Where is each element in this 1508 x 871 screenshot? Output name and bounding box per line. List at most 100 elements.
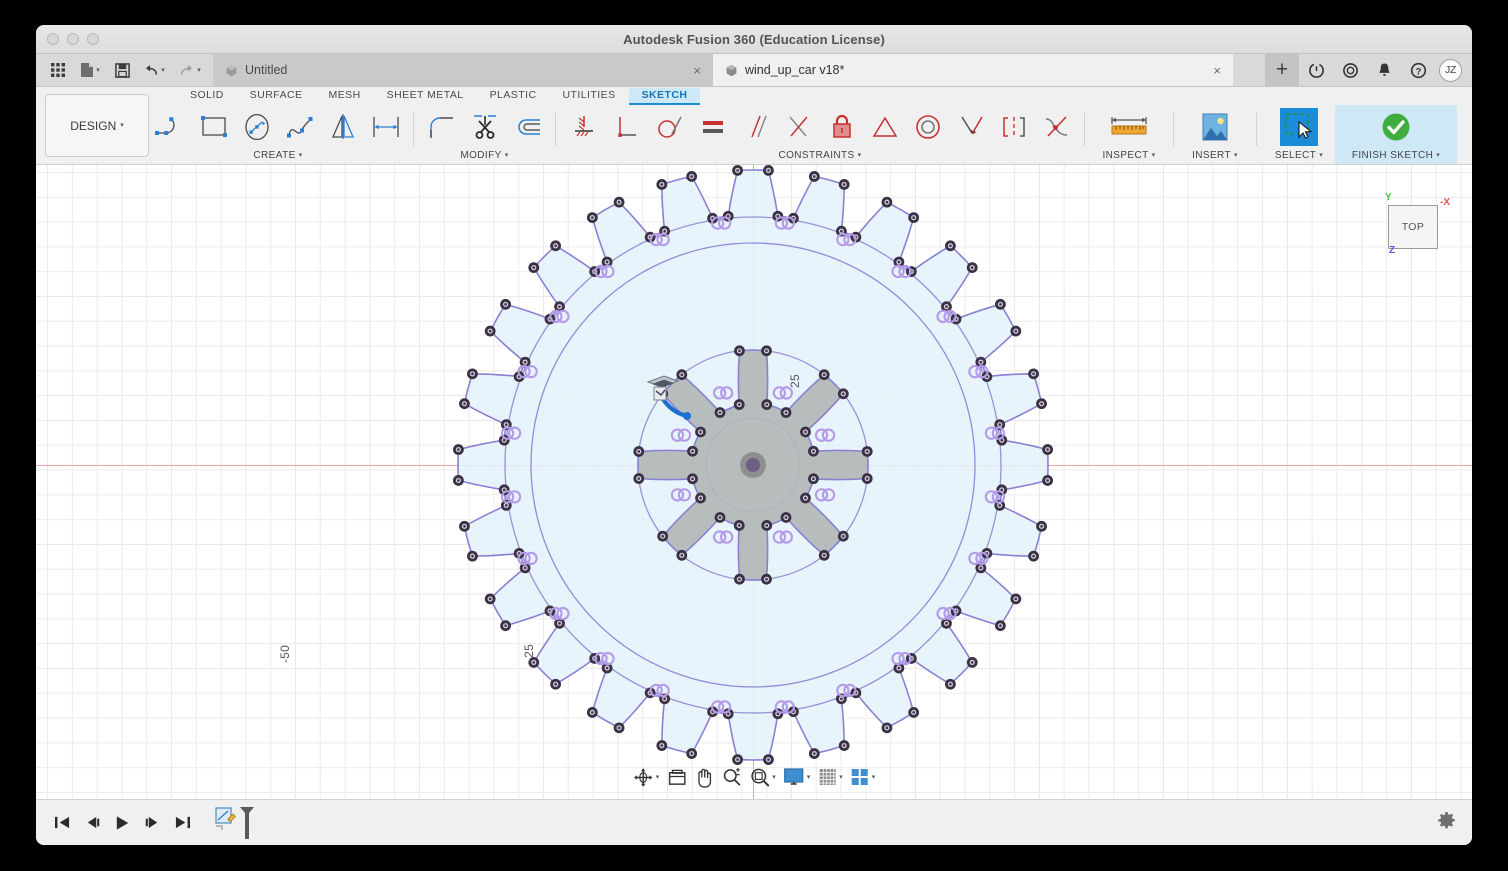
sketch-point[interactable]: [818, 549, 830, 561]
sketch-point[interactable]: [780, 512, 792, 523]
constraints-caret-icon[interactable]: ▾: [858, 152, 862, 159]
sketch-point[interactable]: [908, 212, 920, 223]
close-tab-icon[interactable]: ×: [675, 63, 701, 78]
save-icon[interactable]: [109, 57, 135, 83]
tab-utilities[interactable]: UTILITIES: [550, 88, 629, 105]
tab-plastic[interactable]: PLASTIC: [477, 88, 550, 105]
recent-icon[interactable]: [1333, 54, 1367, 87]
finish-sketch-caret-icon[interactable]: ▾: [1436, 152, 1440, 159]
notifications-bell-icon[interactable]: [1367, 54, 1401, 87]
tab-sheet-metal[interactable]: SHEET METAL: [374, 88, 477, 105]
step-back-icon[interactable]: [82, 813, 102, 833]
sketch-point[interactable]: [838, 740, 850, 751]
new-file-caret[interactable]: ▾: [96, 67, 100, 74]
view-cube[interactable]: TOP Y -X Z: [1364, 187, 1450, 267]
selected-arc-overlay[interactable]: [634, 360, 754, 440]
sketch-point[interactable]: [656, 179, 668, 190]
sketch-point[interactable]: [966, 262, 978, 274]
mirror-icon[interactable]: [321, 105, 364, 149]
sketch-point[interactable]: [484, 593, 496, 605]
horizontal-vertical-icon[interactable]: [562, 105, 605, 149]
sketch-point[interactable]: [966, 656, 978, 668]
sketch-point[interactable]: [808, 473, 819, 485]
curvature-icon[interactable]: [1035, 105, 1078, 149]
create-caret-icon[interactable]: ▾: [299, 152, 303, 159]
sketch-point[interactable]: [881, 196, 893, 208]
apps-grid-icon[interactable]: [45, 57, 71, 83]
sketch-point[interactable]: [818, 369, 830, 381]
sketch-point[interactable]: [613, 722, 625, 734]
rectangle-icon[interactable]: [192, 105, 235, 149]
perpendicular-icon[interactable]: [605, 105, 648, 149]
circle-icon[interactable]: [235, 105, 278, 149]
grid-snap-caret-icon[interactable]: ▾: [839, 774, 843, 781]
trim-scissors-icon[interactable]: [463, 105, 506, 149]
pan-hand-icon[interactable]: [691, 765, 717, 789]
sketch-point[interactable]: [837, 530, 849, 542]
redo-icon[interactable]: ▾: [173, 57, 207, 83]
sketch-feature-icon[interactable]: [214, 806, 238, 836]
sketch-point[interactable]: [995, 620, 1006, 632]
line-icon[interactable]: [149, 105, 192, 149]
fillet-icon[interactable]: [420, 105, 463, 149]
undo-icon[interactable]: ▾: [137, 57, 171, 83]
sketch-point[interactable]: [761, 399, 773, 410]
sketch-point[interactable]: [1036, 520, 1047, 532]
workspace-caret-icon[interactable]: ▾: [120, 122, 124, 129]
modify-caret-icon[interactable]: ▾: [505, 152, 509, 159]
sketch-point[interactable]: [453, 475, 464, 486]
sketch-point[interactable]: [1028, 550, 1039, 562]
symmetry-icon[interactable]: [992, 105, 1035, 149]
sketch-point[interactable]: [763, 165, 774, 176]
sketch-point[interactable]: [550, 678, 562, 690]
sketch-point[interactable]: [808, 748, 820, 759]
sketch-point[interactable]: [1010, 325, 1022, 337]
sketch-point[interactable]: [944, 240, 956, 252]
sketch-point[interactable]: [459, 398, 470, 410]
sketch-point[interactable]: [1028, 368, 1039, 380]
tab-solid[interactable]: SOLID: [177, 88, 237, 105]
sketch-point[interactable]: [633, 473, 645, 484]
collinear-icon[interactable]: [949, 105, 992, 149]
measure-ruler-icon[interactable]: [1108, 105, 1151, 149]
sketch-point[interactable]: [714, 512, 726, 523]
fix-lock-icon[interactable]: [820, 105, 863, 149]
spline-icon[interactable]: [278, 105, 321, 149]
sketch-point[interactable]: [1042, 444, 1053, 455]
step-forward-icon[interactable]: [142, 813, 162, 833]
equal-icon[interactable]: [691, 105, 734, 149]
sketch-point[interactable]: [1042, 475, 1053, 486]
document-tab-wind-up-car[interactable]: wind_up_car v18* ×: [713, 54, 1233, 86]
sketch-dimension-icon[interactable]: [364, 105, 407, 149]
sketch-point[interactable]: [467, 550, 478, 562]
sketch-point[interactable]: [734, 345, 745, 357]
tab-sketch[interactable]: SKETCH: [628, 88, 701, 105]
inspect-caret-icon[interactable]: ▾: [1152, 152, 1156, 159]
sketch-point[interactable]: [656, 740, 668, 751]
new-tab-button[interactable]: +: [1265, 53, 1299, 87]
sketch-point[interactable]: [484, 325, 496, 337]
sketch-point[interactable]: [734, 573, 745, 585]
sketch-point[interactable]: [1010, 593, 1022, 605]
zoom-window-icon[interactable]: ▾: [746, 765, 779, 789]
sketch-point[interactable]: [500, 298, 511, 310]
sketch-point[interactable]: [686, 171, 698, 182]
sketch-point[interactable]: [837, 388, 849, 400]
go-to-end-icon[interactable]: [172, 813, 192, 833]
undo-caret[interactable]: ▾: [161, 67, 165, 74]
sketch-point[interactable]: [800, 492, 811, 504]
sketch-point[interactable]: [586, 212, 598, 223]
gear-sketch[interactable]: [36, 165, 1472, 769]
sketch-point[interactable]: [613, 196, 625, 208]
finish-sketch-check-icon[interactable]: [1375, 105, 1418, 149]
zoom-icon[interactable]: [718, 765, 745, 789]
sketch-point[interactable]: [908, 707, 920, 718]
select-caret-icon[interactable]: ▾: [1319, 152, 1323, 159]
zoom-window-caret-icon[interactable]: ▾: [772, 774, 776, 781]
insert-caret-icon[interactable]: ▾: [1234, 152, 1238, 159]
sketch-point[interactable]: [761, 573, 772, 585]
help-icon[interactable]: ?: [1401, 54, 1435, 87]
grid-snap-icon[interactable]: ▾: [814, 765, 846, 789]
timeline-marker[interactable]: [238, 806, 256, 840]
viewports-caret-icon[interactable]: ▾: [872, 774, 876, 781]
